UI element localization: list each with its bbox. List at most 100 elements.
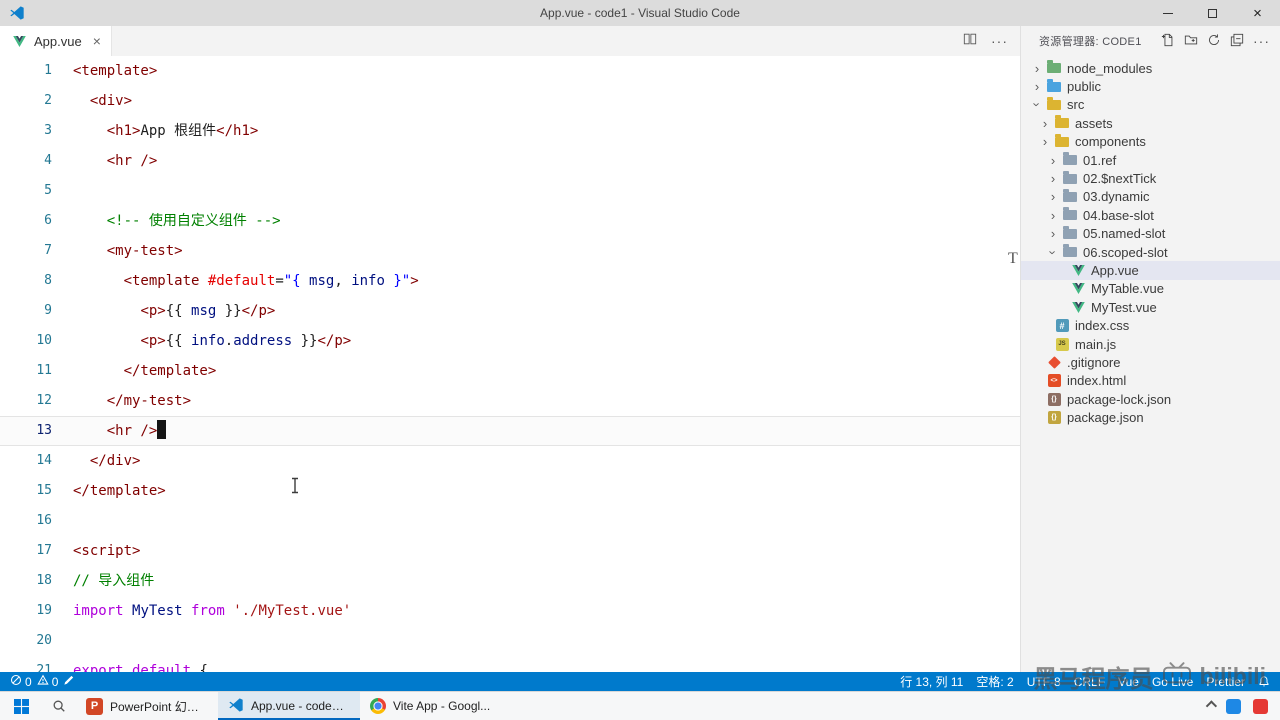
tray-chevron-up-icon[interactable] (1205, 697, 1218, 715)
file-tree: › node_modules › public › src › assets › componen… (1021, 56, 1280, 672)
go-live-button[interactable]: Go Live (1152, 675, 1193, 689)
taskbar-app-chrome[interactable]: Vite App - Googl... (360, 692, 500, 720)
json-lock-icon: {} (1045, 392, 1063, 406)
css-icon: # (1053, 319, 1071, 333)
eol-sequence[interactable]: CRLF (1074, 675, 1105, 689)
code-line-10[interactable]: 10 <p>{{ info.address }}</p> (0, 326, 1020, 356)
start-button[interactable] (0, 692, 42, 720)
code-line-5[interactable]: 5 (0, 176, 1020, 206)
code-line-17[interactable]: 17 <script> (0, 536, 1020, 566)
tree-item-mytable.vue[interactable]: MyTable.vue (1021, 280, 1280, 298)
line-number: 14 (36, 453, 52, 468)
new-folder-icon[interactable] (1184, 33, 1198, 50)
chevron-right-icon[interactable]: › (1037, 134, 1053, 149)
close-button[interactable]: × (1235, 0, 1280, 26)
code-editor[interactable]: 1 <template> 2 <div> 3 <h1>App 根组件</h1> 4 <h… (0, 56, 1020, 672)
folder-icon (1061, 152, 1079, 166)
encoding[interactable]: UTF-8 (1027, 675, 1061, 689)
cursor-position[interactable]: 行 13, 列 11 (900, 673, 963, 690)
chevron-right-icon[interactable]: › (1037, 116, 1053, 131)
code-text: <hr /> (52, 416, 167, 446)
tree-item-components[interactable]: › components (1021, 133, 1280, 151)
code-line-16[interactable]: 16 (0, 506, 1020, 536)
tree-item-src[interactable]: › src (1021, 96, 1280, 114)
maximize-button[interactable] (1190, 0, 1235, 26)
code-line-14[interactable]: 14 </div> (0, 446, 1020, 476)
code-line-8[interactable]: 8 <template #default="{ msg, info }"> (0, 266, 1020, 296)
views-more-icon[interactable]: ··· (1253, 33, 1270, 49)
chevron-down-icon[interactable]: › (1046, 244, 1061, 260)
tree-item-assets[interactable]: › assets (1021, 114, 1280, 132)
tree-item-01.ref[interactable]: › 01.ref (1021, 151, 1280, 169)
chevron-down-icon[interactable]: › (1030, 97, 1045, 113)
tree-item-package.json[interactable]: {} package.json (1021, 408, 1280, 426)
code-line-4[interactable]: 4 <hr /> (0, 146, 1020, 176)
chevron-right-icon[interactable]: › (1029, 61, 1045, 76)
chevron-right-icon[interactable]: › (1029, 79, 1045, 94)
tree-item-package-lock.json[interactable]: {} package-lock.json (1021, 390, 1280, 408)
tray-blue-app-icon[interactable] (1226, 698, 1241, 714)
vscode-icon (228, 697, 244, 716)
tree-item-node_modules[interactable]: › node_modules (1021, 59, 1280, 77)
notifications-bell-icon[interactable] (1258, 675, 1270, 688)
code-line-18[interactable]: 18 // 导入组件 (0, 566, 1020, 596)
code-line-7[interactable]: 7 <my-test> (0, 236, 1020, 266)
tray-red-app-icon[interactable] (1253, 698, 1268, 714)
code-text: <!-- 使用自定义组件 --> (106, 213, 281, 229)
code-line-20[interactable]: 20 (0, 626, 1020, 656)
vue-icon (10, 35, 28, 47)
collapse-all-icon[interactable] (1230, 33, 1244, 50)
tree-item-public[interactable]: › public (1021, 77, 1280, 95)
tree-item-04.base-slot[interactable]: › 04.base-slot (1021, 206, 1280, 224)
refresh-icon[interactable] (1207, 33, 1221, 50)
indentation[interactable]: 空格: 2 (976, 673, 1013, 690)
minimize-button[interactable] (1145, 0, 1190, 26)
code-line-13[interactable]: 13 <hr /> (0, 416, 1020, 446)
split-editor-icon[interactable] (963, 32, 977, 51)
code-line-6[interactable]: 6 <!-- 使用自定义组件 --> (0, 206, 1020, 236)
code-line-2[interactable]: 2 <div> (0, 86, 1020, 116)
code-line-1[interactable]: 1 <template> (0, 56, 1020, 86)
taskbar-search-icon[interactable] (42, 692, 76, 720)
code-line-21[interactable]: 21 export default { (0, 656, 1020, 672)
tab-close-icon[interactable]: × (93, 34, 101, 48)
json-icon: {} (1045, 411, 1063, 425)
edit-indicator[interactable] (63, 675, 74, 689)
code-line-15[interactable]: 15 </template> (0, 476, 1020, 506)
language-mode[interactable]: Vue (1118, 675, 1139, 689)
code-line-3[interactable]: 3 <h1>App 根组件</h1> (0, 116, 1020, 146)
chevron-right-icon[interactable]: › (1045, 153, 1061, 168)
line-number: 1 (44, 63, 52, 78)
more-actions-icon[interactable]: ··· (991, 33, 1008, 49)
chevron-right-icon[interactable]: › (1045, 226, 1061, 241)
problems-errors[interactable]: 0 (10, 674, 32, 689)
taskbar-app-powerpoint[interactable]: P PowerPoint 幻灯... (76, 692, 218, 720)
taskbar-app-label: Vite App - Googl... (393, 699, 491, 713)
tree-item-05.named-slot[interactable]: › 05.named-slot (1021, 225, 1280, 243)
tree-item-.gitignore[interactable]: .gitignore (1021, 353, 1280, 371)
taskbar-app-vscode[interactable]: App.vue - code1 - ... (218, 692, 360, 720)
tree-item-index.css[interactable]: # index.css (1021, 316, 1280, 334)
chevron-right-icon[interactable]: › (1045, 171, 1061, 186)
tab-app-vue[interactable]: App.vue × (0, 26, 112, 56)
formatter-status[interactable]: Prettier (1206, 675, 1245, 689)
problems-warnings[interactable]: 0 (37, 674, 58, 689)
code-line-11[interactable]: 11 </template> (0, 356, 1020, 386)
chevron-right-icon[interactable]: › (1045, 208, 1061, 223)
folder-icon (1061, 244, 1079, 258)
tree-item-02.$nexttick[interactable]: › 02.$nextTick (1021, 169, 1280, 187)
tree-item-index.html[interactable]: <> index.html (1021, 372, 1280, 390)
line-number: 2 (44, 93, 52, 108)
tree-item-main.js[interactable]: JS main.js (1021, 335, 1280, 353)
line-number: 15 (36, 483, 52, 498)
chevron-right-icon[interactable]: › (1045, 189, 1061, 204)
tree-item-app.vue[interactable]: App.vue (1021, 261, 1280, 280)
explorer-header: 资源管理器: CODE1 ··· (1021, 26, 1280, 56)
tree-item-03.dynamic[interactable]: › 03.dynamic (1021, 188, 1280, 206)
code-line-12[interactable]: 12 </my-test> (0, 386, 1020, 416)
new-file-icon[interactable] (1161, 33, 1175, 50)
tree-item-mytest.vue[interactable]: MyTest.vue (1021, 298, 1280, 316)
code-line-19[interactable]: 19 import MyTest from './MyTest.vue' (0, 596, 1020, 626)
code-line-9[interactable]: 9 <p>{{ msg }}</p> (0, 296, 1020, 326)
tree-item-06.scoped-slot[interactable]: › 06.scoped-slot (1021, 243, 1280, 261)
